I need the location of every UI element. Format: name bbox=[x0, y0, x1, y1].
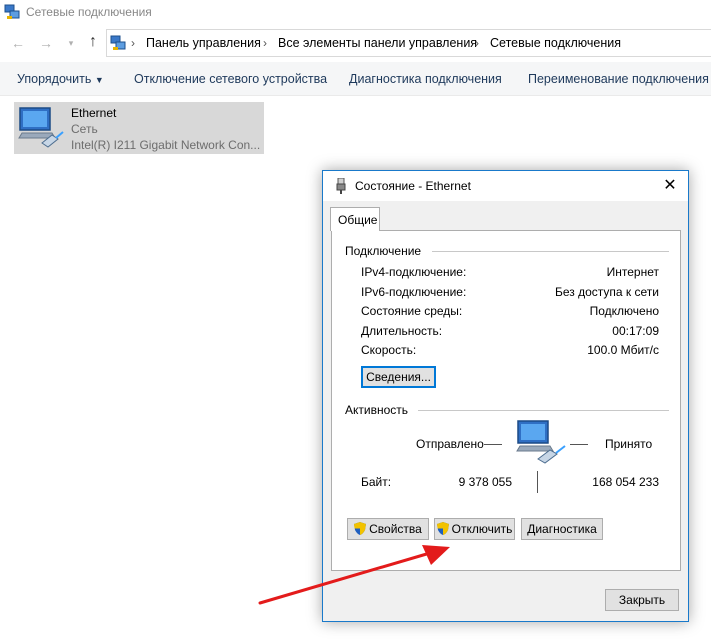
ipv4-label: IPv4-подключение: bbox=[361, 265, 467, 279]
back-arrow-icon[interactable]: ← bbox=[10, 35, 26, 51]
network-activity-icon bbox=[516, 420, 566, 464]
uac-shield-icon bbox=[436, 522, 449, 535]
window-title: Сетевые подключения bbox=[26, 5, 152, 19]
duration-value: 00:17:09 bbox=[612, 324, 659, 338]
network-connections-icon bbox=[4, 4, 20, 19]
speed-label: Скорость: bbox=[361, 343, 417, 357]
adapter-item-ethernet[interactable]: Ethernet Сеть Intel(R) I211 Gigabit Netw… bbox=[14, 102, 264, 154]
close-button[interactable]: Закрыть bbox=[605, 589, 679, 611]
window-title-bar: Сетевые подключения bbox=[0, 0, 711, 26]
media-state-value: Подключено bbox=[589, 304, 659, 318]
forward-arrow-icon[interactable]: → bbox=[38, 35, 54, 51]
address-bar[interactable]: › Панель управления › Все элементы панел… bbox=[106, 29, 711, 57]
organize-button[interactable]: Упорядочить ▼ bbox=[17, 72, 104, 86]
general-panel: Подключение IPv4-подключение: Интернет I… bbox=[331, 230, 681, 571]
tab-general[interactable]: Общие bbox=[330, 207, 380, 231]
disable-device-button[interactable]: Отключение сетевого устройства bbox=[134, 72, 327, 86]
uac-shield-icon bbox=[354, 522, 367, 535]
ipv4-value: Интернет bbox=[606, 265, 659, 279]
red-arrow-icon bbox=[258, 545, 450, 605]
media-state-label: Состояние среды: bbox=[361, 304, 463, 318]
rename-connection-button[interactable]: Переименование подключения bbox=[528, 72, 709, 86]
ipv6-label: IPv6-подключение: bbox=[361, 285, 467, 299]
breadcrumb-separator-icon: › bbox=[131, 36, 135, 50]
details-button[interactable]: Сведения... bbox=[361, 366, 436, 388]
activity-group-divider bbox=[418, 410, 669, 411]
activity-divider bbox=[537, 471, 538, 493]
adapter-network: Сеть bbox=[71, 122, 98, 136]
command-bar: Упорядочить ▼ Отключение сетевого устрой… bbox=[0, 62, 711, 96]
breadcrumb-separator-icon: › bbox=[475, 36, 479, 50]
duration-label: Длительность: bbox=[361, 324, 443, 338]
disable-button-label: Отключить bbox=[451, 522, 513, 536]
chevron-down-icon: ▼ bbox=[94, 75, 104, 85]
received-line bbox=[570, 444, 588, 445]
tab-general-label: Общие bbox=[338, 213, 378, 227]
properties-button-label: Свойства bbox=[369, 522, 422, 536]
sent-label: Отправлено bbox=[416, 437, 484, 451]
bytes-label: Байт: bbox=[361, 475, 392, 489]
breadcrumb-network-connections[interactable]: Сетевые подключения bbox=[490, 36, 621, 50]
breadcrumb-separator-icon: › bbox=[263, 36, 267, 50]
diagnose-connection-button[interactable]: Диагностика подключения bbox=[349, 72, 502, 86]
ipv6-value: Без доступа к сети bbox=[555, 285, 659, 299]
breadcrumb-all-items[interactable]: Все элементы панели управления bbox=[278, 36, 477, 50]
connection-group-divider bbox=[432, 251, 669, 252]
speed-value: 100.0 Мбит/с bbox=[587, 343, 659, 357]
recent-dropdown-icon[interactable]: ▾ bbox=[63, 35, 79, 51]
activity-group-label: Активность bbox=[345, 403, 415, 417]
diagnose-button[interactable]: Диагностика bbox=[521, 518, 603, 540]
dialog-title-bar: Состояние - Ethernet ✕ bbox=[323, 171, 688, 201]
bytes-sent-value: 9 378 055 bbox=[458, 475, 512, 489]
close-icon[interactable]: ✕ bbox=[659, 175, 681, 197]
received-label: Принято bbox=[605, 437, 653, 451]
adapter-device: Intel(R) I211 Gigabit Network Con... bbox=[71, 138, 261, 152]
control-panel-icon bbox=[110, 35, 126, 50]
dialog-title: Состояние - Ethernet bbox=[355, 179, 471, 193]
sent-line bbox=[484, 444, 502, 445]
ethernet-plug-icon bbox=[336, 178, 346, 194]
bytes-received-value: 168 054 233 bbox=[592, 475, 659, 489]
ethernet-adapter-icon bbox=[18, 107, 64, 148]
up-arrow-icon[interactable]: ↑ bbox=[85, 34, 101, 50]
connection-group-label: Подключение bbox=[345, 244, 428, 258]
adapter-name: Ethernet bbox=[71, 106, 117, 120]
breadcrumb-control-panel[interactable]: Панель управления bbox=[146, 36, 261, 50]
